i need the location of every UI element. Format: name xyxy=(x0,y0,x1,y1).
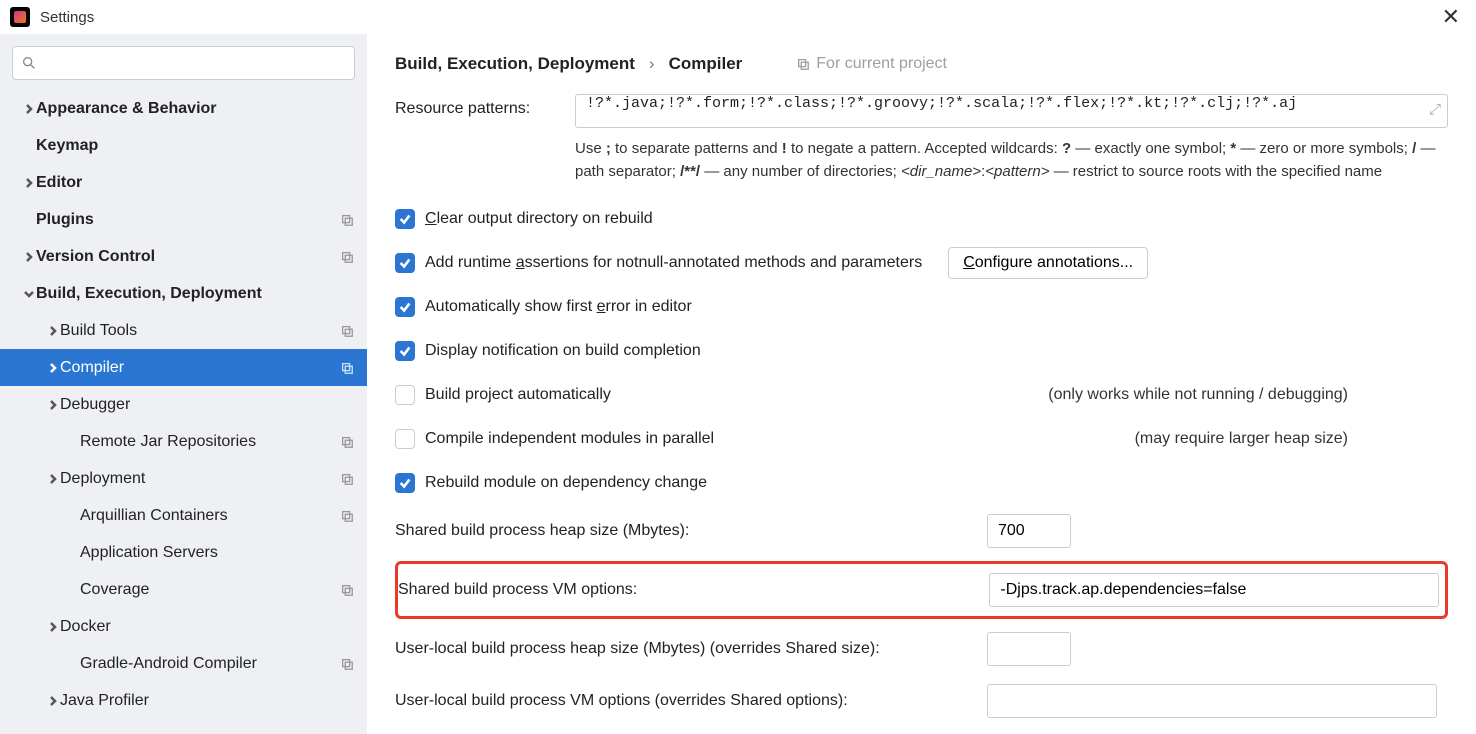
search-input[interactable] xyxy=(12,46,355,80)
sidebar-item-docker[interactable]: Docker xyxy=(0,608,367,645)
sidebar-item-build[interactable]: Build, Execution, Deployment xyxy=(0,275,367,312)
shared-vm-input[interactable] xyxy=(989,573,1439,607)
sidebar-item-coverage[interactable]: Coverage xyxy=(0,571,367,608)
user-heap-label: User-local build process heap size (Mbyt… xyxy=(395,640,975,658)
copy-icon xyxy=(339,360,355,376)
sidebar-item-appearance[interactable]: Appearance & Behavior xyxy=(0,90,367,127)
sidebar-item-editor[interactable]: Editor xyxy=(0,164,367,201)
close-icon[interactable]: ✕ xyxy=(1436,6,1466,28)
resource-patterns-help: Use ; to separate patterns and ! to nega… xyxy=(575,138,1448,183)
search-field[interactable] xyxy=(43,55,346,71)
show-first-error-checkbox[interactable] xyxy=(395,297,415,317)
expand-icon[interactable]: ⤢ xyxy=(1429,101,1441,119)
user-heap-input[interactable] xyxy=(987,632,1071,666)
copy-icon xyxy=(339,249,355,265)
build-automatically-checkbox[interactable] xyxy=(395,385,415,405)
clear-output-checkbox[interactable] xyxy=(395,209,415,229)
app-logo-icon xyxy=(10,7,30,27)
copy-icon xyxy=(339,323,355,339)
display-notification-label: Display notification on build completion xyxy=(425,342,701,360)
compile-parallel-note: (may require larger heap size) xyxy=(1135,430,1448,448)
user-vm-label: User-local build process VM options (ove… xyxy=(395,692,975,710)
build-automatically-note: (only works while not running / debuggin… xyxy=(1048,386,1448,404)
rebuild-dependency-checkbox[interactable] xyxy=(395,473,415,493)
breadcrumb: Build, Execution, Deployment › Compiler … xyxy=(395,54,1448,74)
sidebar-item-debugger[interactable]: Debugger xyxy=(0,386,367,423)
shared-heap-input[interactable] xyxy=(987,514,1071,548)
clear-output-label: Clear output directory on rebuild xyxy=(425,210,653,228)
sidebar-item-java-profiler[interactable]: Java Profiler xyxy=(0,682,367,719)
copy-icon xyxy=(339,582,355,598)
copy-icon xyxy=(339,471,355,487)
copy-icon xyxy=(339,656,355,672)
sidebar-item-appservers[interactable]: Application Servers xyxy=(0,534,367,571)
sidebar-item-compiler[interactable]: Compiler xyxy=(0,349,367,386)
window-title: Settings xyxy=(40,9,1436,26)
search-icon xyxy=(21,55,37,71)
user-vm-input[interactable] xyxy=(987,684,1437,718)
sidebar-item-gradle-android[interactable]: Gradle-Android Compiler xyxy=(0,645,367,682)
sidebar-item-version-control[interactable]: Version Control xyxy=(0,238,367,275)
runtime-assertions-label: Add runtime assertions for notnull-annot… xyxy=(425,254,922,272)
breadcrumb-parent[interactable]: Build, Execution, Deployment xyxy=(395,54,635,74)
sidebar-item-remote-jars[interactable]: Remote Jar Repositories xyxy=(0,423,367,460)
configure-annotations-button[interactable]: Configure annotations... xyxy=(948,247,1148,279)
breadcrumb-current: Compiler xyxy=(669,54,743,74)
copy-icon xyxy=(339,434,355,450)
sidebar-item-deployment[interactable]: Deployment xyxy=(0,460,367,497)
highlighted-row: Shared build process VM options: xyxy=(395,561,1448,619)
shared-heap-label: Shared build process heap size (Mbytes): xyxy=(395,522,975,540)
compile-parallel-label: Compile independent modules in parallel xyxy=(425,430,714,448)
rebuild-dependency-label: Rebuild module on dependency change xyxy=(425,474,707,492)
compile-parallel-checkbox[interactable] xyxy=(395,429,415,449)
copy-icon xyxy=(339,212,355,228)
copy-icon xyxy=(339,508,355,524)
chevron-right-icon: › xyxy=(649,54,655,74)
display-notification-checkbox[interactable] xyxy=(395,341,415,361)
show-first-error-label: Automatically show first error in editor xyxy=(425,298,692,316)
shared-vm-label: Shared build process VM options: xyxy=(398,581,977,599)
copy-icon xyxy=(796,57,810,71)
sidebar-item-build-tools[interactable]: Build Tools xyxy=(0,312,367,349)
sidebar-item-keymap[interactable]: Keymap xyxy=(0,127,367,164)
resource-patterns-input[interactable]: !?*.java;!?*.form;!?*.class;!?*.groovy;!… xyxy=(575,94,1448,128)
resource-patterns-label: Resource patterns: xyxy=(395,94,575,118)
project-scope-hint: For current project xyxy=(796,55,947,73)
build-automatically-label: Build project automatically xyxy=(425,386,611,404)
sidebar-item-arquillian[interactable]: Arquillian Containers xyxy=(0,497,367,534)
sidebar-item-plugins[interactable]: Plugins xyxy=(0,201,367,238)
runtime-assertions-checkbox[interactable] xyxy=(395,253,415,273)
